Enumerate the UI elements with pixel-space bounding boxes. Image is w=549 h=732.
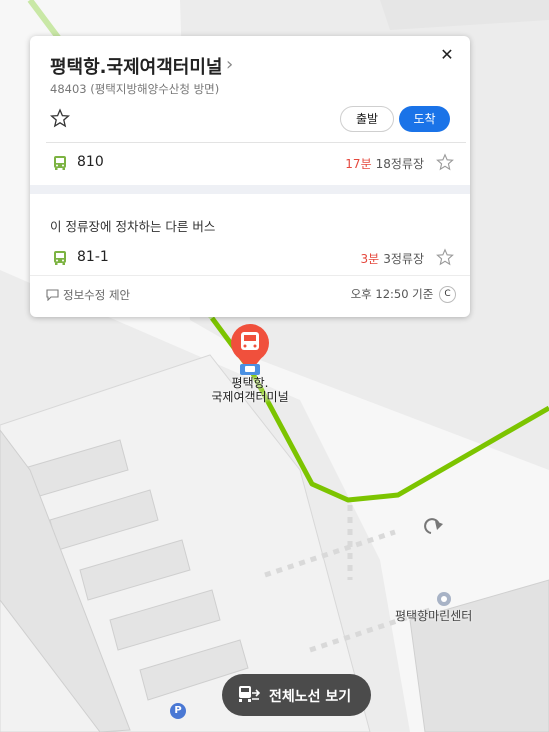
stops-left: 18정류장 — [375, 157, 424, 171]
bus-route-row[interactable]: 810 17분 18정류장 — [46, 149, 454, 179]
arrival-info: 17분 18정류장 — [345, 155, 424, 172]
arrive-button[interactable]: 도착 — [399, 106, 450, 132]
suggest-edit-link[interactable]: 정보수정 제안 — [46, 287, 130, 303]
updated-time-label: 오후 12:50 기준 — [350, 287, 434, 301]
other-buses-heading: 이 정류장에 정차하는 다른 버스 — [50, 219, 216, 234]
section-divider — [30, 185, 470, 194]
arrival-info: 3분 3정류장 — [361, 250, 424, 267]
stop-title[interactable]: 평택항.국제여객터미널 — [50, 53, 222, 79]
divider — [46, 142, 466, 143]
view-all-routes-label: 전체노선 보기 — [269, 689, 352, 705]
bus-stop-info-card: 평택항.국제여객터미널 › ✕ 48403 (평택지방해양수산청 방면) 출발 … — [30, 36, 470, 317]
star-icon[interactable] — [436, 153, 454, 171]
stop-subtitle: 48403 (평택지방해양수산청 방면) — [50, 82, 220, 96]
route-map-icon — [239, 686, 261, 702]
bus-number: 81-1 — [77, 249, 109, 265]
suggest-edit-label: 정보수정 제안 — [63, 288, 131, 302]
divider — [30, 275, 470, 276]
bus-route-row[interactable]: 81-1 3분 3정류장 — [46, 244, 454, 274]
eta-minutes: 3분 — [360, 252, 380, 266]
stops-left: 3정류장 — [383, 252, 424, 266]
view-all-routes-button[interactable]: 전체노선 보기 — [222, 674, 371, 716]
star-icon[interactable] — [50, 108, 70, 128]
bus-number: 810 — [77, 154, 104, 170]
depart-button[interactable]: 출발 — [340, 106, 394, 132]
stop-marker-label-line1: 평택항. — [231, 376, 269, 390]
bus-icon — [54, 156, 66, 170]
close-button[interactable]: ✕ — [436, 44, 458, 66]
star-icon[interactable] — [436, 248, 454, 266]
update-time: 오후 12:50 기준 C — [351, 286, 456, 303]
poi-label[interactable]: 평택항마린센터 — [395, 607, 472, 624]
feedback-icon — [46, 289, 59, 302]
parking-icon: P — [170, 703, 186, 719]
eta-minutes: 17분 — [345, 157, 372, 171]
chevron-right-icon[interactable]: › — [226, 54, 233, 75]
bus-icon — [54, 251, 66, 265]
poi-marker-icon — [437, 592, 451, 606]
stop-marker-label: 평택항. 국제여객터미널 — [196, 376, 304, 404]
stop-marker-label-line2: 국제여객터미널 — [211, 390, 289, 404]
refresh-icon[interactable]: C — [439, 286, 456, 303]
